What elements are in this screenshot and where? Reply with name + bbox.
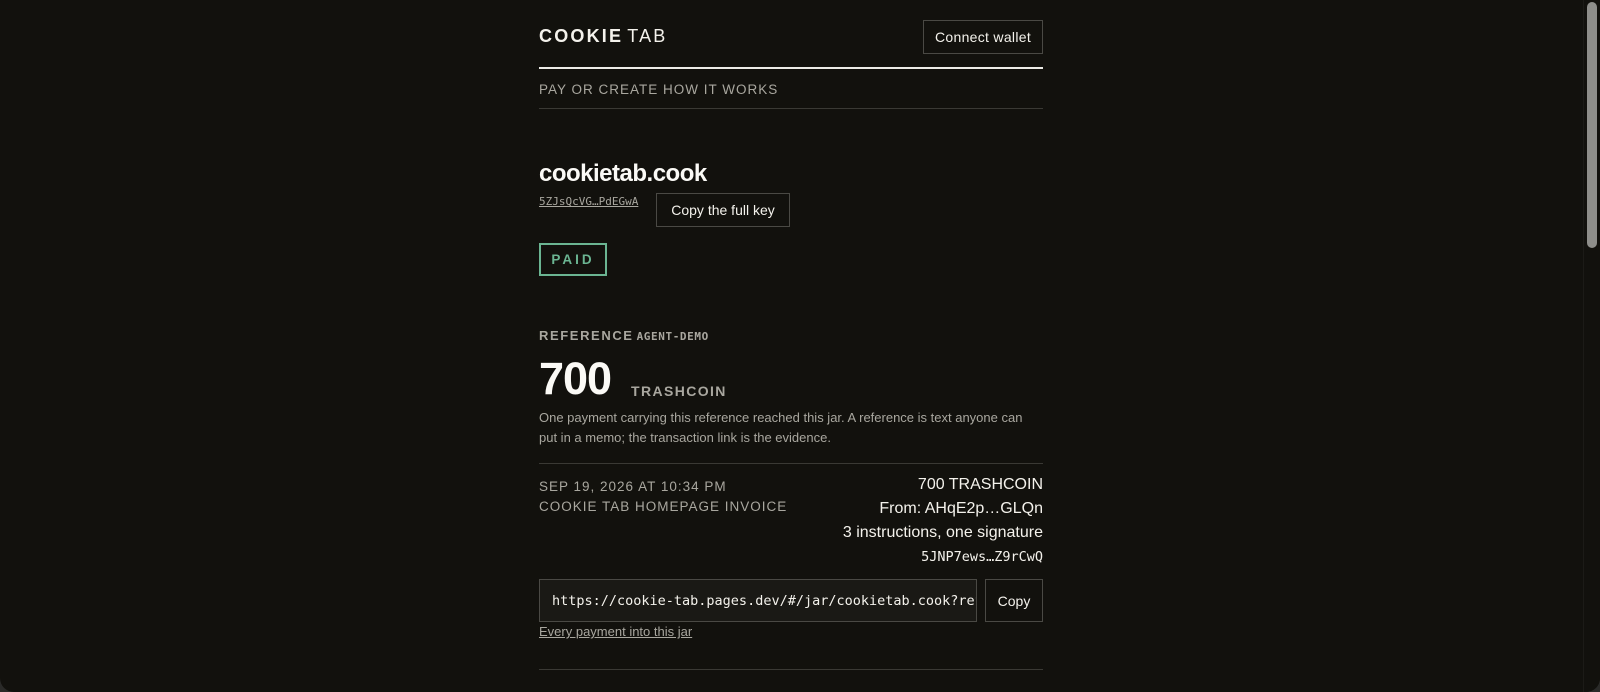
transaction-amount: 700 TRASHCOIN (917, 476, 1043, 493)
jar-key-link[interactable]: 5ZJsQcVG…PdEGwA (539, 195, 638, 208)
scrollbar-thumb[interactable] (1587, 2, 1597, 248)
transaction-signature-link[interactable]: 5JNP7ews…Z9rCwQ (921, 549, 1043, 565)
total-amount: 700 (539, 353, 612, 404)
header: COOKIE TAB Connect wallet (539, 0, 1043, 69)
status-badge: PAID (539, 243, 607, 276)
reference-description: One payment carrying this reference reac… (539, 410, 1023, 445)
app-window: COOKIE TAB Connect wallet PAY OR CREATE H… (0, 0, 1600, 692)
divider (539, 463, 1043, 464)
transaction-instructions: 3 instructions, one signature (842, 524, 1043, 541)
scrollbar[interactable] (1583, 0, 1600, 692)
divider (539, 669, 1043, 670)
amount-unit: TRASHCOIN (631, 383, 727, 399)
reference-value: AGENT-DEMO (636, 330, 709, 343)
transaction-memo: COOKIE TAB HOMEPAGE INVOICE (539, 499, 788, 514)
brand-logo[interactable]: COOKIE TAB (539, 26, 668, 47)
copy-url-button[interactable]: Copy (985, 579, 1043, 622)
main-content: COOKIE TAB Connect wallet PAY OR CREATE H… (539, 0, 1043, 670)
transaction-date: SEP 19, 2026 AT 10:34 PM (539, 479, 727, 494)
copy-full-key-button[interactable]: Copy the full key (656, 193, 790, 227)
jar-title: cookietab.cook (539, 160, 707, 187)
nav-bar: PAY OR CREATE HOW IT WORKS (539, 69, 1043, 109)
reference-line: REFERENCE AGENT-DEMO (539, 327, 709, 345)
share-url-text: https://cookie-tab.pages.dev/#/jar/cooki… (552, 593, 976, 609)
all-payments-link[interactable]: Every payment into this jar (539, 624, 692, 639)
reference-label: REFERENCE (539, 328, 634, 343)
brand-light: TAB (627, 26, 668, 46)
nav-item-pay-or-create[interactable]: PAY OR CREATE (539, 82, 658, 97)
transaction-from: From: AHqE2p…GLQn (879, 500, 1043, 517)
connect-wallet-button[interactable]: Connect wallet (923, 20, 1043, 54)
nav-item-how-it-works[interactable]: HOW IT WORKS (663, 82, 778, 97)
brand-bold: COOKIE (539, 26, 624, 46)
share-url-input[interactable]: https://cookie-tab.pages.dev/#/jar/cooki… (539, 579, 977, 622)
